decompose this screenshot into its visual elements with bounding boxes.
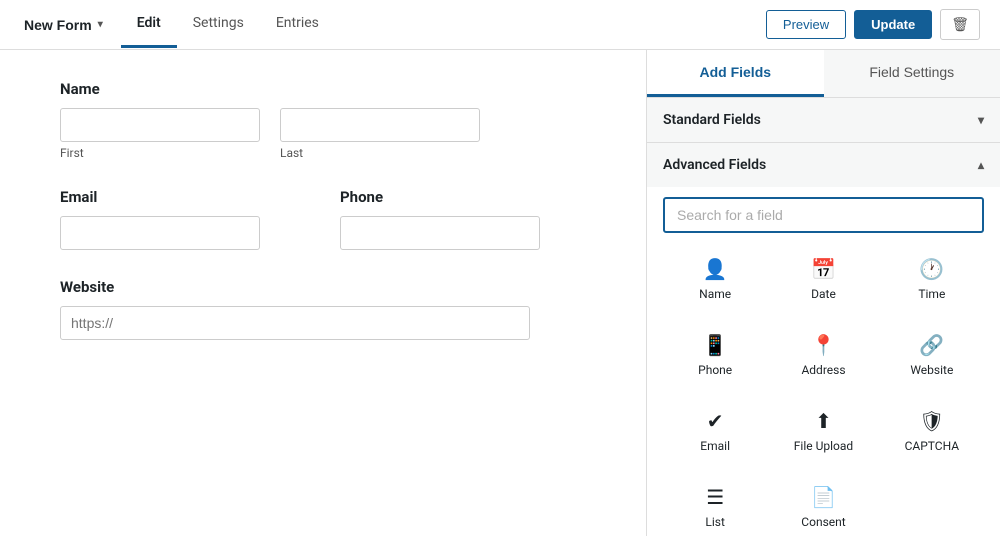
phone-col: Phone bbox=[340, 188, 586, 250]
field-item-date[interactable]: 📅 Date bbox=[771, 243, 875, 315]
first-sublabel: First bbox=[60, 146, 260, 160]
chevron-down-icon: ▾ bbox=[978, 113, 984, 127]
new-form-button[interactable]: New Form ▾ bbox=[20, 11, 107, 39]
person-icon: 👤 bbox=[703, 257, 728, 281]
advanced-fields-content: 👤 Name 📅 Date 🕐 Time 📱 bbox=[647, 187, 1000, 536]
field-consent-label: Consent bbox=[801, 515, 845, 529]
field-item-list[interactable]: ☰ List bbox=[663, 471, 767, 536]
fields-grid: 👤 Name 📅 Date 🕐 Time 📱 bbox=[663, 243, 984, 536]
shield-icon: 🛡 bbox=[919, 409, 944, 433]
field-list-label: List bbox=[705, 515, 725, 529]
sidebar-tab-field-settings[interactable]: Field Settings bbox=[824, 50, 1000, 97]
field-item-website[interactable]: 🔗 Website bbox=[880, 319, 984, 391]
name-field-group: Name First Last bbox=[60, 80, 586, 160]
tab-entries[interactable]: Entries bbox=[260, 1, 335, 48]
trash-button[interactable]: 🗑 bbox=[940, 9, 980, 40]
website-label: Website bbox=[60, 278, 586, 296]
upload-icon: ⬆ bbox=[815, 409, 832, 433]
email-icon: ✔ bbox=[707, 409, 724, 433]
last-name-input[interactable] bbox=[280, 108, 480, 142]
name-field-row: First Last bbox=[60, 108, 586, 160]
first-name-col: First bbox=[60, 108, 260, 160]
header: New Form ▾ Edit Settings Entries Preview… bbox=[0, 0, 1000, 50]
chevron-down-icon: ▾ bbox=[98, 19, 103, 30]
email-col: Email bbox=[60, 188, 260, 250]
header-left: New Form ▾ Edit Settings Entries bbox=[20, 1, 335, 48]
tab-settings[interactable]: Settings bbox=[177, 1, 260, 48]
standard-fields-label: Standard Fields bbox=[663, 112, 761, 128]
update-button[interactable]: Update bbox=[854, 10, 932, 39]
email-phone-group: Email Phone bbox=[60, 188, 586, 250]
field-file-upload-label: File Upload bbox=[794, 439, 853, 453]
advanced-fields-header[interactable]: Advanced Fields ▴ bbox=[647, 143, 1000, 187]
preview-button[interactable]: Preview bbox=[766, 10, 846, 39]
location-icon: 📍 bbox=[811, 333, 836, 357]
field-item-email[interactable]: ✔ Email bbox=[663, 395, 767, 467]
website-field-group: Website bbox=[60, 278, 586, 340]
last-sublabel: Last bbox=[280, 146, 480, 160]
clock-icon: 🕐 bbox=[919, 257, 944, 281]
list-icon: ☰ bbox=[706, 485, 724, 509]
trash-icon: 🗑 bbox=[951, 16, 969, 32]
advanced-fields-accordion: Advanced Fields ▴ 👤 Name 📅 Date bbox=[647, 143, 1000, 536]
field-website-label: Website bbox=[910, 363, 953, 377]
field-item-captcha[interactable]: 🛡 CAPTCHA bbox=[880, 395, 984, 467]
phone-icon: 📱 bbox=[703, 333, 728, 357]
standard-fields-accordion: Standard Fields ▾ bbox=[647, 98, 1000, 143]
search-field-input[interactable] bbox=[663, 197, 984, 233]
field-item-address[interactable]: 📍 Address bbox=[771, 319, 875, 391]
phone-label: Phone bbox=[340, 188, 586, 206]
phone-input[interactable] bbox=[340, 216, 540, 250]
field-email-label: Email bbox=[700, 439, 730, 453]
first-name-input[interactable] bbox=[60, 108, 260, 142]
new-form-label: New Form bbox=[24, 17, 92, 33]
standard-fields-header[interactable]: Standard Fields ▾ bbox=[647, 98, 1000, 142]
field-item-time[interactable]: 🕐 Time bbox=[880, 243, 984, 315]
field-date-label: Date bbox=[811, 287, 836, 301]
field-phone-label: Phone bbox=[698, 363, 732, 377]
chevron-up-icon: ▴ bbox=[978, 158, 984, 172]
sidebar-tabs: Add Fields Field Settings bbox=[647, 50, 1000, 98]
field-name-label: Name bbox=[699, 287, 731, 301]
field-address-label: Address bbox=[801, 363, 845, 377]
field-item-name[interactable]: 👤 Name bbox=[663, 243, 767, 315]
email-phone-row: Email Phone bbox=[60, 188, 586, 250]
email-label: Email bbox=[60, 188, 260, 206]
nav-tabs: Edit Settings Entries bbox=[121, 1, 335, 48]
field-item-phone[interactable]: 📱 Phone bbox=[663, 319, 767, 391]
link-icon: 🔗 bbox=[919, 333, 944, 357]
tab-edit[interactable]: Edit bbox=[121, 1, 177, 48]
name-label: Name bbox=[60, 80, 586, 98]
field-time-label: Time bbox=[918, 287, 945, 301]
consent-icon: 📄 bbox=[811, 485, 836, 509]
main-content: Name First Last Email bbox=[0, 50, 1000, 536]
field-item-consent[interactable]: 📄 Consent bbox=[771, 471, 875, 536]
field-captcha-label: CAPTCHA bbox=[905, 439, 960, 453]
sidebar: Add Fields Field Settings Standard Field… bbox=[646, 50, 1000, 536]
last-name-col: Last bbox=[280, 108, 480, 160]
website-col bbox=[60, 306, 530, 340]
sidebar-tab-add-fields[interactable]: Add Fields bbox=[647, 50, 824, 97]
website-field-row bbox=[60, 306, 586, 340]
advanced-fields-label: Advanced Fields bbox=[663, 157, 766, 173]
email-input[interactable] bbox=[60, 216, 260, 250]
header-right: Preview Update 🗑 bbox=[766, 9, 980, 40]
form-area: Name First Last Email bbox=[0, 50, 646, 536]
field-item-file-upload[interactable]: ⬆ File Upload bbox=[771, 395, 875, 467]
calendar-icon: 📅 bbox=[811, 257, 836, 281]
website-input[interactable] bbox=[60, 306, 530, 340]
